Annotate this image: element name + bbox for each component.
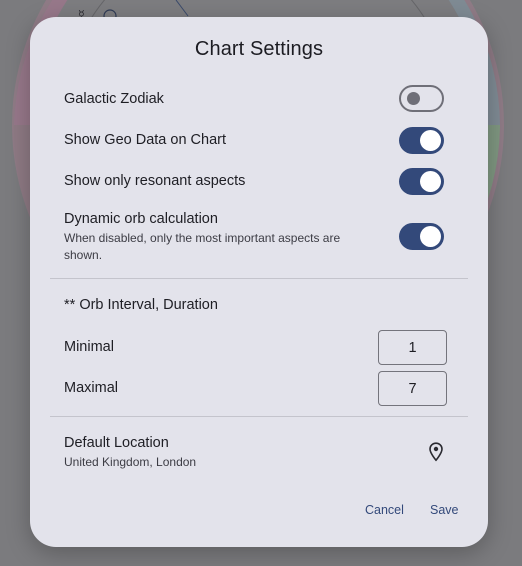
cancel-button[interactable]: Cancel	[365, 503, 404, 517]
divider	[50, 416, 468, 417]
dynamic-orb-label: Dynamic orb calculation	[64, 211, 218, 227]
resonant-aspects-toggle[interactable]	[399, 168, 444, 195]
location-pin-icon[interactable]	[428, 442, 444, 462]
dialog-title: Chart Settings	[194, 38, 324, 60]
galactic-zodiak-label: Galactic Zodiak	[64, 91, 164, 107]
toggle-knob	[407, 92, 420, 105]
orb-interval-heading: ** Orb Interval, Duration	[64, 297, 218, 313]
maximal-label: Maximal	[64, 380, 118, 396]
show-geo-data-toggle[interactable]	[399, 127, 444, 154]
minimal-label: Minimal	[64, 339, 114, 355]
dynamic-orb-description: When disabled, only the most important a…	[64, 231, 341, 262]
chart-settings-dialog: Chart Settings Galactic Zodiak Show Geo …	[30, 17, 488, 547]
toggle-knob	[420, 130, 441, 151]
save-button[interactable]: Save	[430, 503, 459, 517]
galactic-zodiak-toggle[interactable]	[399, 85, 444, 112]
maximal-orb-input[interactable]	[378, 371, 447, 406]
default-location-value: United Kingdom, London	[64, 455, 197, 469]
toggle-knob	[420, 171, 441, 192]
default-location-label: Default Location	[64, 435, 169, 451]
toggle-knob	[420, 226, 441, 247]
dynamic-orb-toggle[interactable]	[399, 223, 444, 250]
show-geo-data-label: Show Geo Data on Chart	[64, 132, 227, 148]
resonant-aspects-label: Show only resonant aspects	[64, 173, 246, 189]
minimal-orb-input[interactable]	[378, 330, 447, 365]
divider	[50, 278, 468, 279]
